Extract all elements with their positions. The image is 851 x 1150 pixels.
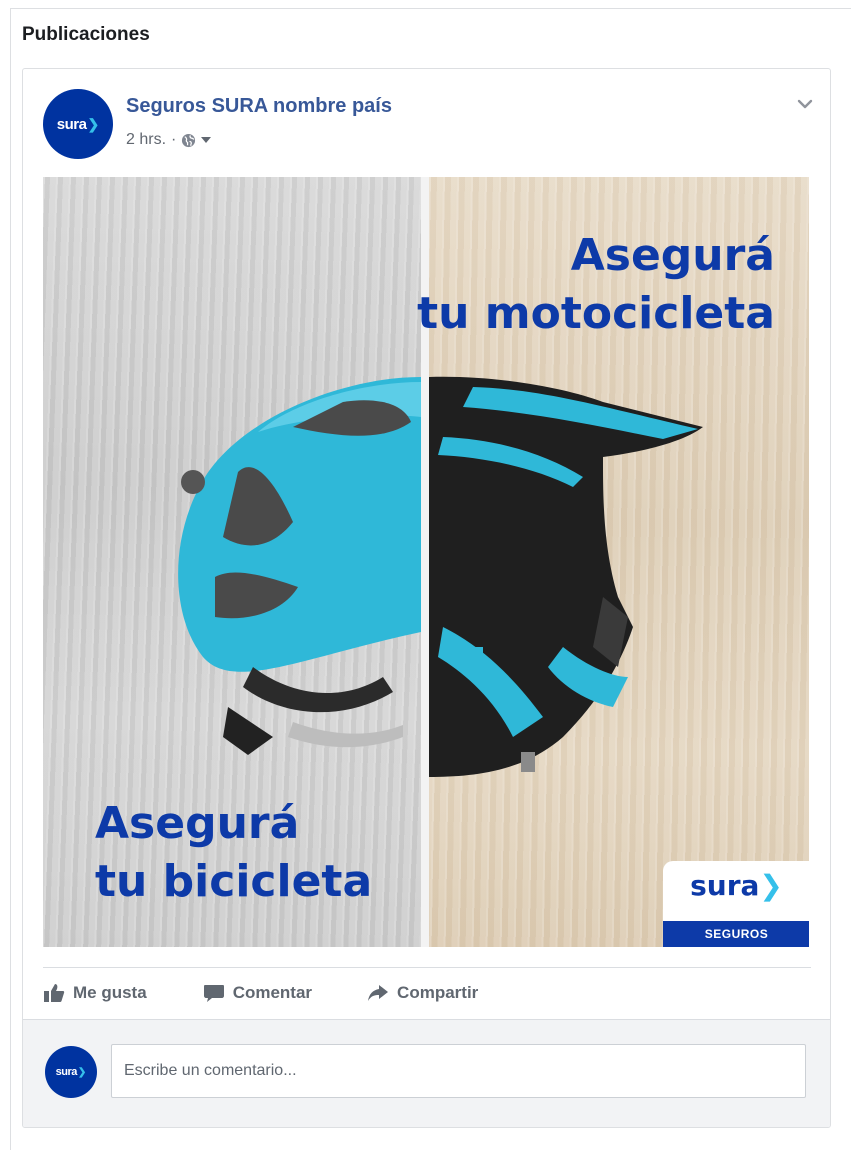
thumbs-up-icon xyxy=(44,984,65,1002)
like-button[interactable]: Me gusta xyxy=(43,983,147,1003)
headline-moto-line2: tu motocicleta xyxy=(417,288,775,339)
bicycle-helmet-graphic xyxy=(178,377,421,755)
sura-swoosh-icon: ❯ xyxy=(759,869,783,902)
page-name-link[interactable]: Seguros SURA nombre país xyxy=(126,95,392,118)
section-title: Publicaciones xyxy=(22,24,150,45)
sura-brand-badge: sura❯ SEGUROS xyxy=(663,861,809,947)
comment-input[interactable] xyxy=(111,1044,806,1098)
comment-composer: sura ❯ xyxy=(23,1019,830,1127)
headline-bici-line2: tu bicicleta xyxy=(95,856,373,907)
meta-separator: · xyxy=(171,131,177,148)
sura-swoosh-icon: ❯ xyxy=(77,1066,87,1078)
chevron-down-icon[interactable] xyxy=(796,95,814,113)
commenter-avatar[interactable]: sura ❯ xyxy=(45,1046,97,1098)
page-avatar[interactable]: sura ❯ xyxy=(43,89,113,159)
headline-moto-line1: Asegurá xyxy=(570,230,775,281)
share-label: Compartir xyxy=(397,983,479,1002)
post-image[interactable]: Asegurá tu motocicleta Asegurá tu bicicl… xyxy=(43,177,809,947)
comment-icon xyxy=(203,985,224,1002)
comment-button[interactable]: Comentar xyxy=(203,983,312,1003)
comment-label: Comentar xyxy=(232,983,313,1002)
caret-down-icon[interactable] xyxy=(201,137,212,143)
headline-bici-line1: Asegurá xyxy=(95,798,300,849)
share-button[interactable]: Compartir xyxy=(367,983,478,1003)
headline-motorcycle: Asegurá tu motocicleta xyxy=(417,227,775,343)
avatar-logo: sura xyxy=(56,115,87,133)
headline-bicycle: Asegurá tu bicicleta xyxy=(95,795,372,911)
post-meta: 2 hrs. · xyxy=(126,131,212,149)
post-actions: Me gusta Comentar Compartir xyxy=(43,977,478,1009)
badge-label: SEGUROS xyxy=(663,921,809,947)
post-card: sura❯ Seguros SURA nombre país 2 hrs. · xyxy=(22,68,831,1128)
sura-swoosh-icon: ❯ xyxy=(87,115,100,132)
like-label: Me gusta xyxy=(73,983,147,1002)
share-icon xyxy=(368,985,389,1001)
post-timestamp[interactable]: 2 hrs. xyxy=(126,131,166,149)
motorcycle-helmet-graphic xyxy=(429,376,703,777)
actions-divider xyxy=(43,967,811,968)
globe-icon xyxy=(182,133,196,147)
badge-logo-text: sura xyxy=(690,869,760,902)
commenter-avatar-logo: sura xyxy=(55,1066,78,1078)
badge-logo: sura❯ xyxy=(663,869,809,902)
